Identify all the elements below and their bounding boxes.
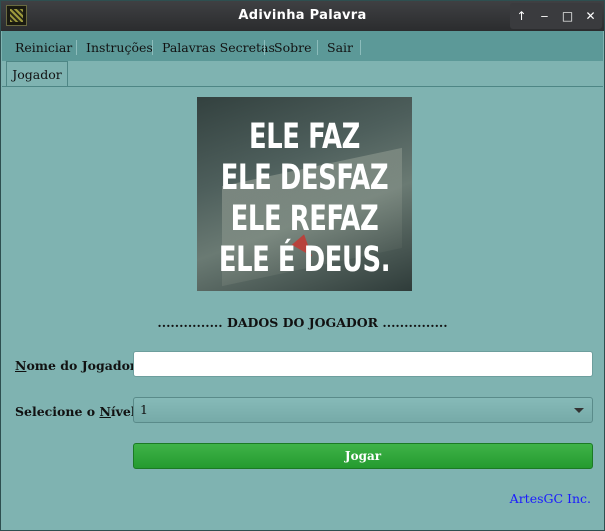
player-name-label: Nome do Jogador: * (15, 358, 152, 373)
credit-link[interactable]: ArtesGC Inc. (510, 491, 591, 506)
menu-item-sobre[interactable]: Sobre (274, 40, 311, 55)
tab-panel-border (2, 86, 603, 87)
keep-above-icon[interactable]: ↑ (513, 7, 531, 25)
player-name-input[interactable] (133, 351, 593, 377)
hero-text: ELE FAZ ELE DESFAZ ELE REFAZ ELE É DEUS. (197, 117, 412, 281)
play-button[interactable]: Jogar (133, 443, 593, 469)
menu-item-reiniciar[interactable]: Reiniciar (15, 40, 72, 55)
level-select-value: 1 (140, 402, 148, 417)
menu-item-sair[interactable]: Sair (327, 40, 353, 55)
minimize-icon[interactable]: ‒ (536, 7, 554, 25)
hero-image: ELE FAZ ELE DESFAZ ELE REFAZ ELE É DEUS. (197, 97, 412, 291)
maximize-icon[interactable]: □ (559, 7, 577, 25)
menu-separator (152, 40, 153, 55)
menu-bar: Reiniciar Instruções Palavras Secretas S… (2, 31, 603, 61)
menu-separator (317, 40, 318, 55)
menu-separator (76, 40, 77, 55)
label-mnemonic: N (15, 358, 27, 373)
section-title: ............... DADOS DO JOGADOR .......… (157, 315, 448, 330)
menu-separator (360, 40, 361, 55)
hero-line: ELE É DEUS. (218, 240, 391, 280)
menu-item-palavras-secretas[interactable]: Palavras Secretas (162, 40, 275, 55)
label-text: Selecione o (15, 404, 100, 419)
label-mnemonic: N (99, 404, 111, 419)
app-window: Adivinha Palavra ↑ ‒ □ ✕ Reiniciar Instr… (0, 0, 605, 531)
close-icon[interactable]: ✕ (582, 7, 600, 25)
tab-jogador[interactable]: Jogador (6, 61, 68, 87)
level-select[interactable]: 1 (133, 397, 593, 423)
title-bar: Adivinha Palavra ↑ ‒ □ ✕ (1, 1, 604, 31)
window-controls: ↑ ‒ □ ✕ (510, 3, 602, 29)
hero-line: ELE FAZ (249, 117, 360, 157)
menu-item-instrucoes[interactable]: Instruções (86, 40, 153, 55)
hero-line: ELE DESFAZ (220, 158, 389, 198)
hero-line: ELE REFAZ (230, 199, 379, 239)
chevron-down-icon (574, 408, 584, 413)
level-label: Selecione o Nível: * (15, 404, 151, 419)
menu-separator (264, 40, 265, 55)
